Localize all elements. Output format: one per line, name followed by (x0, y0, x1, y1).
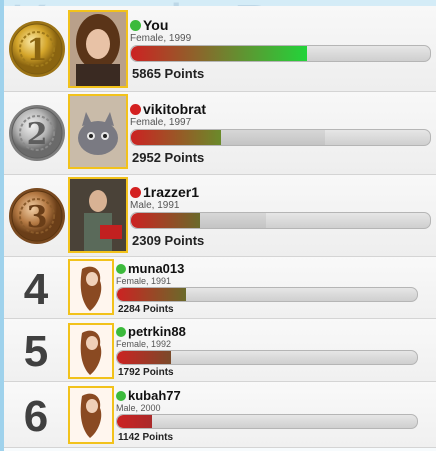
progress-fill (117, 415, 152, 428)
user-photo-icon (70, 12, 126, 86)
progress-bar (130, 45, 431, 62)
username[interactable]: petrkin88 (128, 324, 186, 339)
user-meta: Female, 1992 (116, 339, 172, 349)
progress-bar (116, 350, 418, 365)
user-meta: Male, 1991 (130, 200, 180, 211)
progress-fill (131, 130, 221, 145)
gold-medal-icon: 1 (9, 21, 65, 77)
avatar[interactable] (68, 177, 128, 253)
rank-number: 5 (23, 327, 49, 376)
leaderboard-row-2[interactable]: 2 vikitobrat Female, 1997 2952 Points (4, 92, 436, 175)
avatar[interactable] (68, 323, 114, 379)
name-line: 1razzer1 (130, 184, 199, 200)
username[interactable]: You (143, 17, 168, 33)
user-meta: Female, 1997 (130, 117, 192, 128)
status-icon (116, 326, 126, 337)
silver-medal-icon: 2 (9, 105, 65, 161)
name-line: You (130, 17, 168, 33)
avatar[interactable] (68, 10, 128, 88)
medal-number: 2 (27, 117, 48, 152)
user-meta: Female, 1991 (116, 276, 172, 286)
rank-number: 6 (23, 392, 49, 441)
name-line: kubah77 (116, 388, 181, 403)
points: 5865 Points (132, 66, 205, 81)
leaderboard-row-4[interactable]: 4 muna013 Female, 1991 2284 Points (4, 257, 436, 319)
username[interactable]: kubah77 (128, 388, 181, 403)
leaderboard-row-3[interactable]: 3 1razzer1 Male, 1991 2309 Points (4, 175, 436, 257)
default-avatar-icon (70, 388, 112, 442)
medal-number: 1 (27, 33, 48, 68)
progress-bar (130, 129, 431, 146)
status-icon (116, 390, 126, 401)
points: 1792 Points (118, 367, 174, 378)
default-avatar-icon (70, 325, 112, 377)
username[interactable]: vikitobrat (143, 101, 206, 117)
progress-bar (116, 414, 418, 429)
username[interactable]: 1razzer1 (143, 184, 199, 200)
leaderboard-row-1[interactable]: 1 You Female, 1999 5865 Points (4, 6, 436, 92)
avatar[interactable] (68, 386, 114, 444)
progress-fill (117, 351, 171, 364)
points: 2284 Points (118, 304, 174, 315)
points: 1142 Points (118, 432, 174, 443)
points: 2309 Points (132, 233, 205, 248)
status-icon (130, 186, 141, 198)
status-icon (130, 103, 141, 115)
points: 2952 Points (132, 150, 205, 165)
progress-fill (131, 213, 200, 228)
leaderboard-row-5[interactable]: 5 petrkin88 Female, 1992 1792 Points (4, 319, 436, 382)
user-meta: Male, 2000 (116, 403, 161, 413)
progress-bar (130, 212, 431, 229)
avatar[interactable] (68, 94, 128, 169)
progress-fill (117, 288, 186, 301)
medal-number: 3 (27, 200, 48, 235)
user-photo-icon (70, 179, 126, 251)
status-icon (130, 19, 141, 31)
avatar[interactable] (68, 259, 114, 315)
name-line: muna013 (116, 261, 184, 276)
bronze-medal-icon: 3 (9, 188, 65, 244)
name-line: vikitobrat (130, 101, 206, 117)
name-line: petrkin88 (116, 324, 186, 339)
default-avatar-icon (70, 261, 112, 313)
progress-fill (131, 46, 308, 61)
rank-number: 4 (23, 265, 49, 314)
status-icon (116, 263, 126, 274)
progress-bar (116, 287, 418, 302)
leaderboard-row-6[interactable]: 6 kubah77 Male, 2000 1142 Points (4, 382, 436, 448)
cat-photo-icon (70, 96, 126, 167)
username[interactable]: muna013 (128, 261, 184, 276)
user-meta: Female, 1999 (130, 33, 192, 44)
